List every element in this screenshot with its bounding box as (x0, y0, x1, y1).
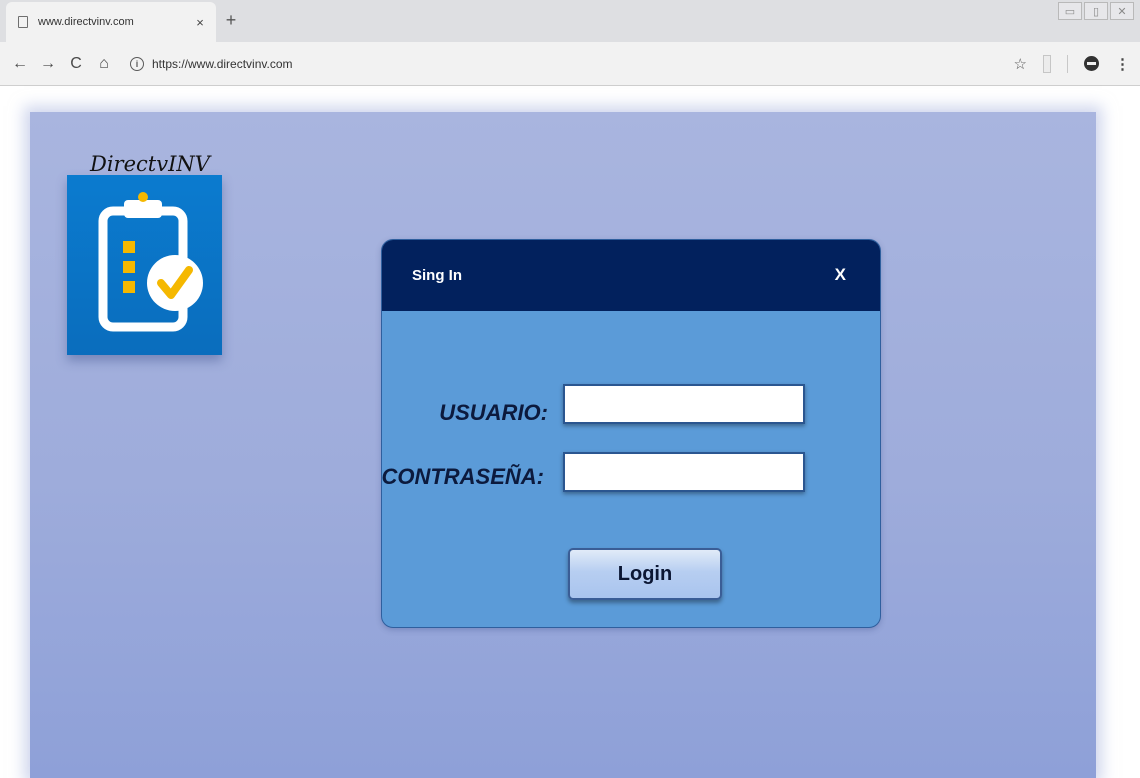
app-logo-title: DirectvINV (90, 152, 210, 176)
window-controls: ▭ ▯ ✕ (1058, 2, 1134, 20)
username-input[interactable] (563, 384, 805, 424)
dialog-close-button[interactable]: X (835, 265, 846, 285)
menu-icon[interactable]: ⋮ (1115, 55, 1130, 73)
restore-button[interactable]: ▯ (1084, 2, 1108, 20)
login-button[interactable]: Login (568, 548, 722, 600)
forward-button[interactable]: → (36, 52, 60, 76)
page-background: DirectvINV Sing In X USUARIO: CONTRASEÑA… (30, 112, 1096, 778)
bookmark-star-icon[interactable]: ☆ (1014, 55, 1027, 73)
toolbar-divider (1067, 54, 1068, 73)
address-bar[interactable]: https://www.directvinv.com (152, 57, 1014, 71)
site-info-icon[interactable]: i (130, 56, 144, 71)
sign-in-dialog: Sing In X USUARIO: CONTRASEÑA: Login (381, 239, 881, 628)
tab-title: www.directvinv.com (38, 16, 134, 28)
dialog-header: Sing In X (382, 240, 880, 311)
password-input[interactable] (563, 452, 805, 492)
page-icon (18, 16, 28, 28)
tab-close-button[interactable]: × (190, 15, 210, 30)
reload-button[interactable]: C (64, 52, 88, 76)
username-label: USUARIO: (439, 400, 548, 425)
browser-tab[interactable]: www.directvinv.com × (6, 2, 216, 42)
new-tab-button[interactable]: + (220, 9, 242, 31)
close-window-button[interactable]: ✕ (1110, 2, 1134, 20)
browser-toolbar: ← → C ⌂ i https://www.directvinv.com ☆ ⋮ (0, 42, 1140, 86)
toolbar-actions: ☆ ⋮ (1014, 54, 1130, 73)
clipboard-check-icon (98, 192, 203, 332)
dialog-title: Sing In (412, 267, 462, 284)
app-logo (67, 175, 222, 355)
back-button[interactable]: ← (8, 52, 32, 76)
home-button[interactable]: ⌂ (92, 52, 116, 76)
profile-icon[interactable] (1084, 56, 1099, 71)
password-label: CONTRASEÑA: (381, 464, 544, 489)
extension-icon[interactable] (1043, 54, 1051, 73)
browser-tab-bar: www.directvinv.com × + ▭ ▯ ✕ (0, 0, 1140, 42)
minimize-button[interactable]: ▭ (1058, 2, 1082, 20)
